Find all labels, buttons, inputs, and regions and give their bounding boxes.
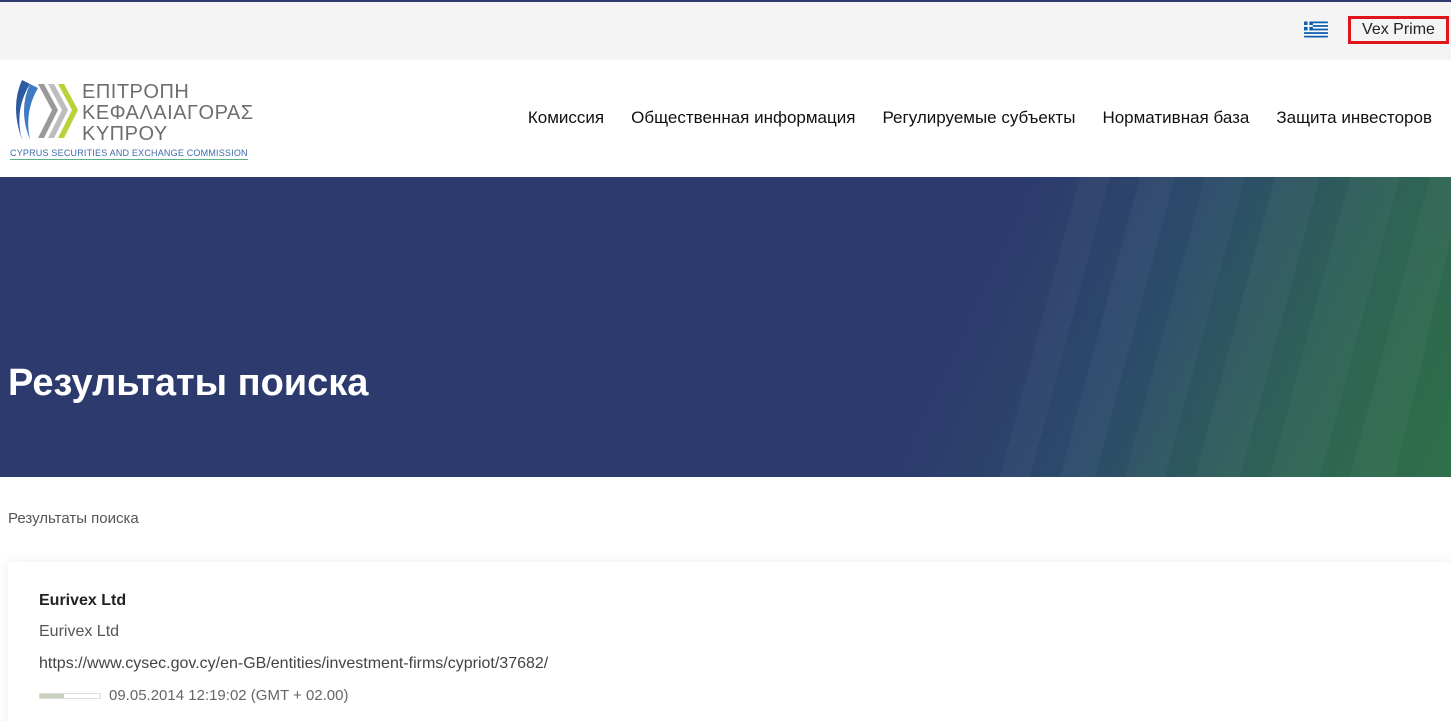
chevron-logo-icon [16, 80, 78, 140]
logo-line-1: ΕΠΙΤΡΟΠΗ [82, 81, 190, 103]
account-name-button[interactable]: Vex Prime [1348, 16, 1449, 44]
logo-line-2: ΚΕΦΑΛΑΙΑΓΟΡΑΣ [82, 102, 254, 124]
greece-flag-icon[interactable] [1304, 21, 1328, 38]
nav-item-public-info[interactable]: Общественная информация [631, 108, 855, 128]
page-title: Результаты поиска [8, 362, 369, 404]
search-result-card: Eurivex Ltd Eurivex Ltd https://www.cyse… [8, 562, 1451, 721]
nav-item-commission[interactable]: Комиссия [528, 108, 604, 128]
nav-item-legal-framework[interactable]: Нормативная база [1102, 108, 1249, 128]
logo-wordmark: ΕΠΙΤΡΟΠΗ ΚΕΦΑΛΑΙΑΓΟΡΑΣ ΚΥΠΡΟΥ [82, 82, 254, 145]
breadcrumb: Результаты поиска [8, 510, 139, 527]
result-title-link[interactable]: Eurivex Ltd [39, 592, 126, 610]
logo-line-3: ΚΥΠΡΟΥ [82, 123, 168, 145]
account-name-label: Vex Prime [1362, 21, 1435, 38]
hero-stripe-pattern [0, 177, 1451, 477]
site-header: ΕΠΙΤΡΟΠΗ ΚΕΦΑΛΑΙΑΓΟΡΑΣ ΚΥΠΡΟΥ CYPRUS SEC… [0, 60, 1451, 177]
cysec-logo[interactable]: ΕΠΙΤΡΟΠΗ ΚΕΦΑΛΑΙΑΓΟΡΑΣ ΚΥΠΡΟΥ CYPRUS SEC… [8, 76, 253, 162]
top-stripe [0, 0, 1451, 2]
result-url-link[interactable]: https://www.cysec.gov.cy/en-GB/entities/… [39, 655, 548, 673]
nav-item-investor-protection[interactable]: Защита инвесторов [1276, 108, 1432, 128]
result-meta: 09.05.2014 12:19:02 (GMT + 02.00) [39, 687, 348, 704]
main-nav: Комиссия Общественная информация Регулир… [528, 108, 1432, 128]
result-subtitle: Eurivex Ltd [39, 623, 120, 640]
logo-subtitle: CYPRUS SECURITIES AND EXCHANGE COMMISSIO… [10, 148, 248, 160]
relevance-bar [39, 692, 101, 699]
hero-banner: Результаты поиска [0, 177, 1451, 477]
top-utility-bar: Vex Prime [0, 0, 1451, 60]
nav-item-regulated-entities[interactable]: Регулируемые субъекты [882, 108, 1075, 128]
relevance-fill [40, 693, 64, 698]
result-date: 09.05.2014 12:19:02 (GMT + 02.00) [109, 687, 349, 704]
